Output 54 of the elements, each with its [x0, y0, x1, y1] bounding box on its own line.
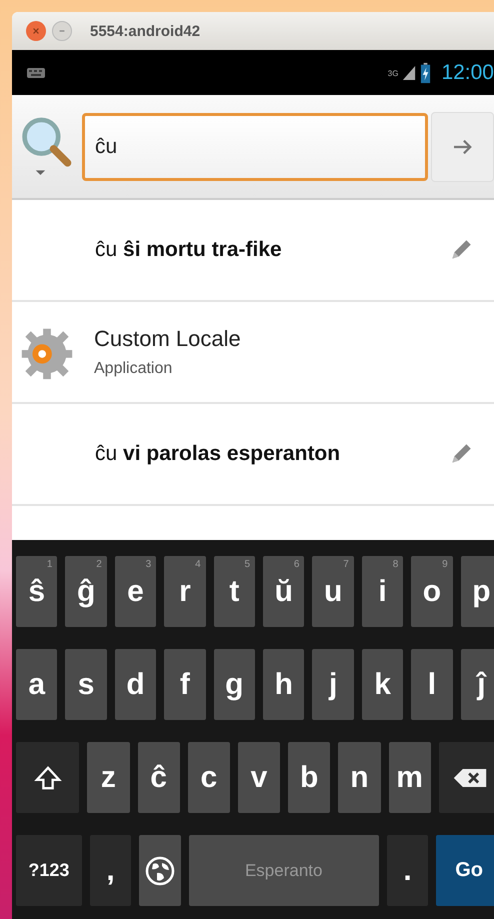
letter-key[interactable]: k [362, 649, 404, 720]
letter-key[interactable]: f [164, 649, 206, 720]
delete-key[interactable] [438, 742, 494, 813]
letter-key[interactable]: ĉ [138, 742, 180, 813]
letter-key[interactable]: l [411, 649, 453, 720]
suggestion-row[interactable]: ĉu vi parolas esperanton [12, 404, 494, 506]
shift-icon [34, 764, 62, 790]
letter-key[interactable]: 3 e [114, 556, 156, 627]
letter-key[interactable]: 5 t [214, 556, 256, 627]
shift-key[interactable] [16, 742, 80, 813]
letter-key[interactable]: 8 i [362, 556, 404, 627]
punctuation-key[interactable]: , [90, 835, 132, 906]
search-field[interactable]: ĉu [82, 112, 428, 180]
letter-key[interactable]: 6 ŭ [263, 556, 304, 627]
letter-key[interactable]: m [388, 742, 431, 813]
signal-icon [402, 64, 416, 82]
letter-key[interactable]: v [238, 742, 280, 813]
letter-key[interactable]: s [65, 649, 107, 720]
close-icon [32, 27, 40, 35]
letter-key[interactable]: 4 r [164, 556, 206, 627]
suggestion-text: ĉu vi parolas esperanton [95, 442, 342, 466]
keyboard-icon [26, 66, 46, 78]
window-title: 5554:android42 [90, 22, 200, 40]
suggestion-text: ĉu ŝi mortu tra-fike [95, 238, 283, 262]
letter-key[interactable]: 9 o [411, 556, 453, 627]
punctuation-key[interactable]: . [386, 835, 428, 906]
app-type: Application [94, 360, 174, 378]
letter-key[interactable]: n [338, 742, 381, 813]
letter-key[interactable]: c [188, 742, 230, 813]
suggestion-row[interactable]: Custom Locale Application [12, 302, 494, 404]
letter-key[interactable]: p [460, 556, 494, 627]
network-label: 3G [388, 68, 398, 78]
letter-key[interactable]: g [214, 649, 256, 720]
battery-icon [420, 62, 432, 84]
letter-key[interactable]: 1 ŝ [16, 556, 58, 627]
letter-key[interactable]: d [114, 649, 156, 720]
arrow-icon [452, 138, 474, 156]
language-key[interactable] [139, 835, 181, 906]
letter-key[interactable]: 2 ĝ [65, 556, 107, 627]
clock: 12:00 [441, 60, 494, 84]
app-name: Custom Locale [94, 326, 241, 352]
letter-key[interactable]: 7 u [312, 556, 354, 627]
letter-key[interactable]: ĵ [460, 649, 494, 720]
letter-key[interactable]: j [312, 649, 354, 720]
backspace-icon [452, 766, 488, 788]
letter-key[interactable]: a [16, 649, 58, 720]
globe-icon [144, 856, 175, 886]
symbols-key[interactable]: ?123 [16, 835, 82, 906]
close-button[interactable] [26, 21, 46, 41]
go-key[interactable]: Go [436, 835, 494, 906]
suggestion-row[interactable]: ĉu ŝi mortu tra-fike [12, 200, 494, 302]
letter-key[interactable]: h [263, 649, 304, 720]
letter-key[interactable]: z [87, 742, 130, 813]
letter-key[interactable]: b [288, 742, 330, 813]
